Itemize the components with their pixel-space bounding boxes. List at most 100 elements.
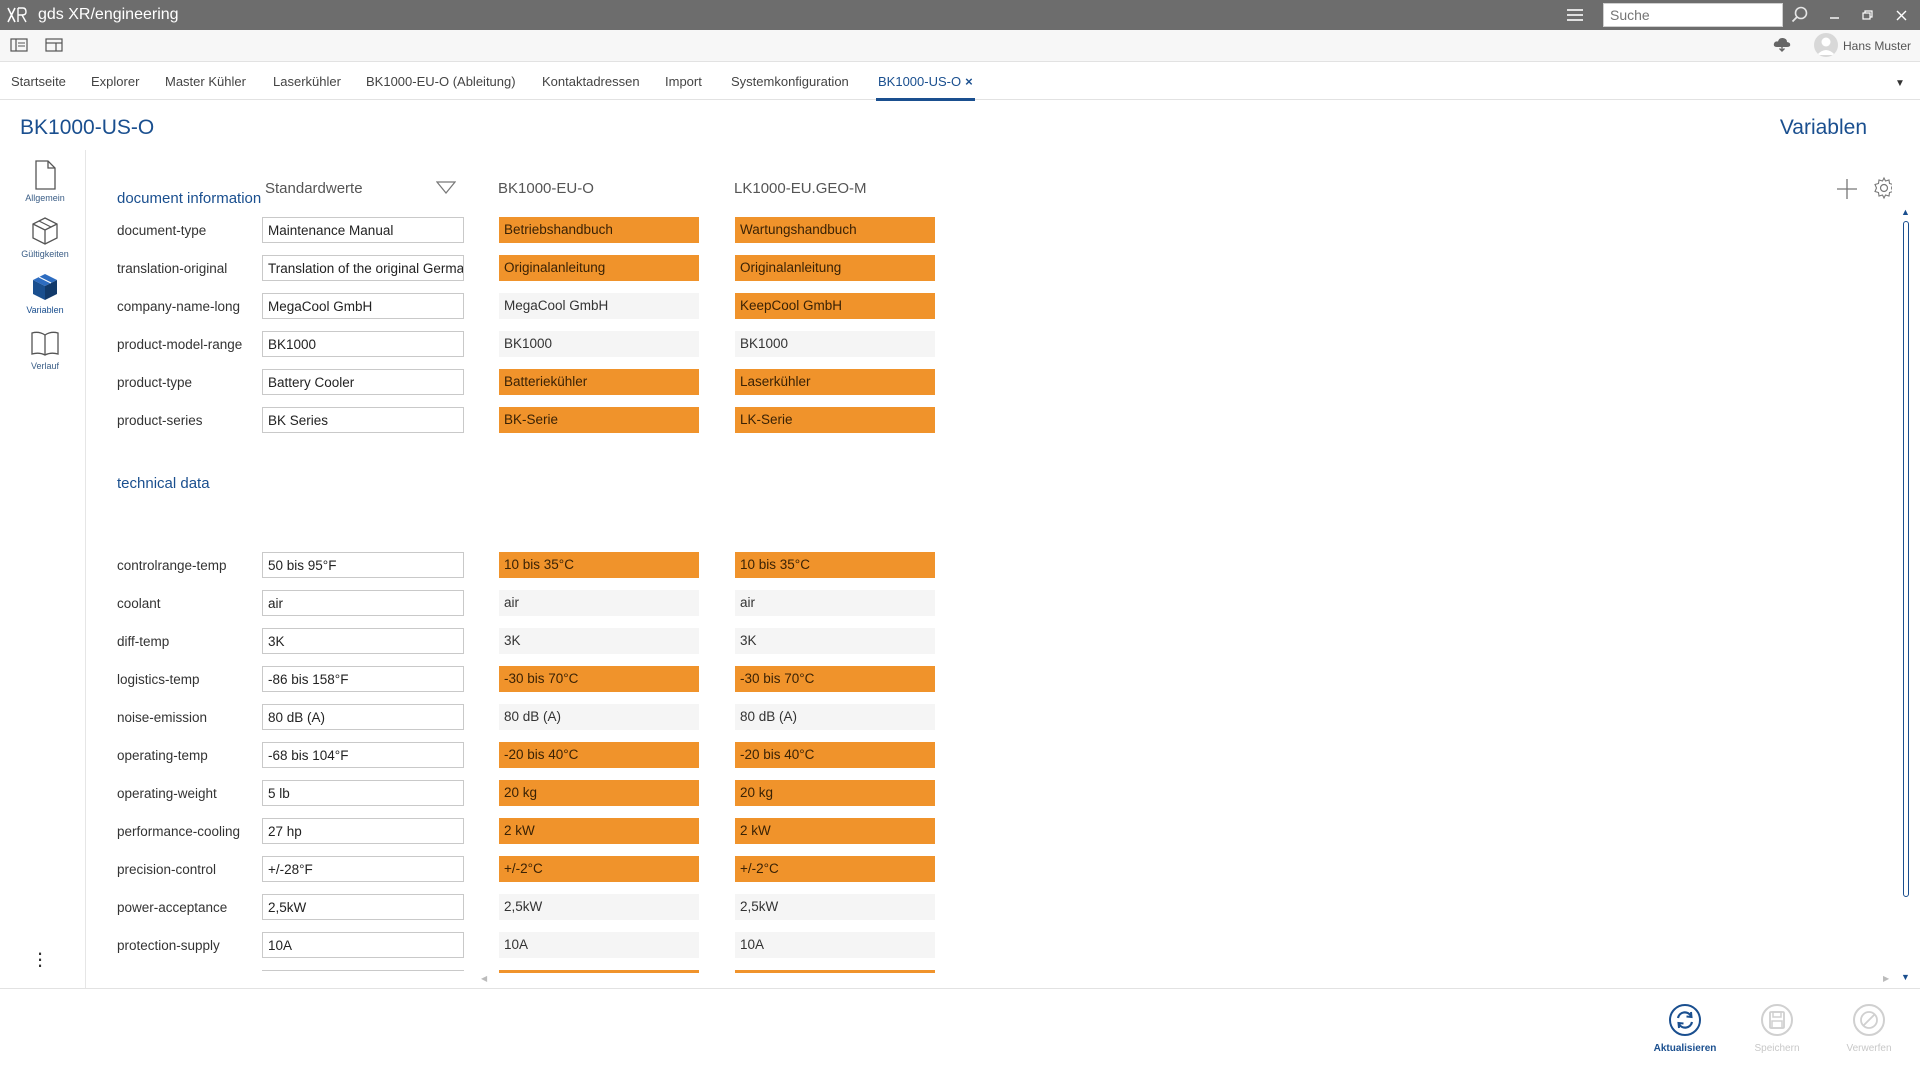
standard-value-field[interactable]: 2,5kW bbox=[262, 894, 464, 920]
scroll-left-icon[interactable]: ◀ bbox=[481, 974, 487, 983]
scroll-up-icon[interactable]: ▲ bbox=[1901, 207, 1910, 217]
variant1-value-cell[interactable]: 2 kW bbox=[499, 818, 699, 844]
variant2-value-cell[interactable]: 3K bbox=[735, 628, 935, 654]
refresh-button[interactable]: Aktualisieren bbox=[1645, 1003, 1725, 1054]
variant2-value-cell[interactable]: 10 bis 35°C bbox=[735, 552, 935, 578]
variant2-value-cell[interactable]: 80 dB (A) bbox=[735, 704, 935, 730]
variant1-value-cell[interactable]: 20 kg bbox=[499, 780, 699, 806]
variable-name: logistics-temp bbox=[117, 672, 200, 687]
variant1-value-cell[interactable]: Batteriekühler bbox=[499, 369, 699, 395]
standard-value-field[interactable]: -86 bis 158°F bbox=[262, 666, 464, 692]
variable-row-controlrange-temp: controlrange-temp 50 bis 95°F 10 bis 35°… bbox=[86, 552, 986, 580]
standard-value-field[interactable]: Maintenance Manual bbox=[262, 217, 464, 243]
cloud-sync-icon[interactable] bbox=[1772, 34, 1792, 54]
minimize-button[interactable] bbox=[1824, 4, 1846, 26]
variant1-value-cell[interactable]: -20 bis 40°C bbox=[499, 742, 699, 768]
add-column-button[interactable] bbox=[1834, 176, 1860, 202]
tab-close-icon[interactable]: × bbox=[965, 74, 973, 89]
variant2-value-cell[interactable]: -20 bis 40°C bbox=[735, 742, 935, 768]
variant2-value-cell[interactable]: air bbox=[735, 590, 935, 616]
standard-value-field[interactable]: -68 bis 104°F bbox=[262, 742, 464, 768]
variant1-value-cell[interactable]: +/-2°C bbox=[499, 856, 699, 882]
variant2-value-cell[interactable]: -30 bis 70°C bbox=[735, 666, 935, 692]
minimize-icon bbox=[1830, 17, 1839, 19]
tab-import[interactable]: Import bbox=[665, 74, 702, 89]
standard-value-field[interactable]: 80 dB (A) bbox=[262, 704, 464, 730]
search-input[interactable] bbox=[1603, 3, 1783, 27]
panel-layout-icon[interactable] bbox=[10, 37, 28, 53]
variable-row-document-type: document-type Maintenance Manual Betrieb… bbox=[86, 217, 986, 245]
variant2-value-cell[interactable]: KeepCool GmbH bbox=[735, 293, 935, 319]
variant1-value-cell[interactable]: Originalanleitung bbox=[499, 255, 699, 281]
variant2-value-cell[interactable]: 2,5kW bbox=[735, 894, 935, 920]
more-options-icon[interactable]: · · · bbox=[34, 942, 46, 976]
variant2-value-cell[interactable]: BK1000 bbox=[735, 331, 935, 357]
nav-item-variablen[interactable]: Variablen bbox=[4, 270, 86, 326]
scroll-right-icon[interactable]: ▶ bbox=[1883, 974, 1889, 983]
standard-value-field[interactable]: +/-28°F bbox=[262, 856, 464, 882]
nav-item-verlauf[interactable]: Verlauf bbox=[4, 326, 86, 382]
variant2-value-cell[interactable]: Wartungshandbuch bbox=[735, 217, 935, 243]
vertical-scrollbar[interactable]: ▲ ▼ bbox=[1900, 207, 1912, 982]
standard-value-field[interactable]: air bbox=[262, 590, 464, 616]
standard-value-field[interactable]: 10A bbox=[262, 932, 464, 958]
window-layout-icon[interactable] bbox=[45, 37, 63, 53]
variable-row-performance-cooling: performance-cooling 27 hp 2 kW 2 kW bbox=[86, 818, 986, 846]
variant1-value-cell[interactable]: 2,5kW bbox=[499, 894, 699, 920]
standard-value-field[interactable]: 3K bbox=[262, 628, 464, 654]
menu-icon[interactable] bbox=[1565, 6, 1585, 24]
variant1-value-cell[interactable]: air bbox=[499, 590, 699, 616]
variant2-value-cell[interactable]: 2 kW bbox=[735, 818, 935, 844]
variant2-value-cell[interactable]: +/-2°C bbox=[735, 856, 935, 882]
variant1-value-cell[interactable]: 80 dB (A) bbox=[499, 704, 699, 730]
variant1-value-cell[interactable]: 10A bbox=[499, 932, 699, 958]
standard-value-field[interactable]: 50 bis 95°F bbox=[262, 552, 464, 578]
standard-value-field[interactable]: 27 hp bbox=[262, 818, 464, 844]
variable-name: noise-emission bbox=[117, 710, 208, 725]
variant1-value-cell[interactable]: BK-Serie bbox=[499, 407, 699, 433]
standard-value-field[interactable]: 5 lb bbox=[262, 780, 464, 806]
title-bar: gds XR/engineering bbox=[0, 0, 1920, 30]
discard-button[interactable]: Verwerfen bbox=[1829, 1003, 1909, 1054]
tab-bk1000-us-o[interactable]: BK1000-US-O × bbox=[876, 74, 975, 101]
variant2-value-cell[interactable]: 10A bbox=[735, 932, 935, 958]
standard-value-field[interactable]: Battery Cooler bbox=[262, 369, 464, 395]
filter-dropdown-icon[interactable] bbox=[436, 181, 456, 195]
variant1-value-cell[interactable]: Betriebshandbuch bbox=[499, 217, 699, 243]
variant2-value-cell[interactable]: 20 kg bbox=[735, 780, 935, 806]
tab-bk1000-eu-o-ableitung[interactable]: BK1000-EU-O (Ableitung) bbox=[366, 74, 516, 89]
standard-value-field[interactable]: BK Series bbox=[262, 407, 464, 433]
variable-name: operating-temp bbox=[117, 748, 208, 763]
standard-value-field[interactable]: MegaCool GmbH bbox=[262, 293, 464, 319]
scroll-down-icon[interactable]: ▼ bbox=[1901, 972, 1910, 982]
avatar[interactable] bbox=[1814, 33, 1838, 57]
user-name[interactable]: Hans Muster bbox=[1843, 39, 1911, 53]
standard-value-field[interactable]: Translation of the original German bbox=[262, 255, 464, 281]
scrollbar-thumb[interactable] bbox=[1903, 221, 1909, 897]
variant1-value-cell[interactable]: 10 bis 35°C bbox=[499, 552, 699, 578]
nav-item-gueltigkeiten[interactable]: Gültigkeiten bbox=[4, 214, 86, 270]
restore-button[interactable] bbox=[1857, 4, 1879, 26]
save-button[interactable]: Speichern bbox=[1737, 1003, 1817, 1054]
tab-systemkonfiguration[interactable]: Systemkonfiguration bbox=[731, 74, 849, 89]
variant1-value-cell[interactable]: -30 bis 70°C bbox=[499, 666, 699, 692]
standard-value-field[interactable]: BK1000 bbox=[262, 331, 464, 357]
nav-item-allgemein[interactable]: Allgemein bbox=[4, 158, 86, 214]
tab-startseite[interactable]: Startseite bbox=[11, 74, 66, 89]
variant1-value-cell[interactable]: BK1000 bbox=[499, 331, 699, 357]
close-window-button[interactable] bbox=[1891, 4, 1913, 26]
variant2-value-cell[interactable]: Laserkühler bbox=[735, 369, 935, 395]
variant1-value-cell[interactable]: 3K bbox=[499, 628, 699, 654]
nav-label: Verlauf bbox=[30, 361, 60, 371]
variant2-value-cell[interactable]: LK-Serie bbox=[735, 407, 935, 433]
tab-kontaktadressen[interactable]: Kontaktadressen bbox=[542, 74, 640, 89]
column-header-standardwerte[interactable]: Standardwerte bbox=[265, 180, 363, 197]
tab-master-kuehler[interactable]: Master Kühler bbox=[165, 74, 246, 89]
tab-explorer[interactable]: Explorer bbox=[91, 74, 139, 89]
variant1-value-cell[interactable]: MegaCool GmbH bbox=[499, 293, 699, 319]
tab-laserkuehler[interactable]: Laserkühler bbox=[273, 74, 341, 89]
settings-gear-icon[interactable] bbox=[1872, 176, 1892, 200]
variant2-value-cell[interactable]: Originalanleitung bbox=[735, 255, 935, 281]
search-icon[interactable] bbox=[1790, 5, 1810, 25]
tab-overflow-icon[interactable]: ▼ bbox=[1895, 78, 1905, 89]
